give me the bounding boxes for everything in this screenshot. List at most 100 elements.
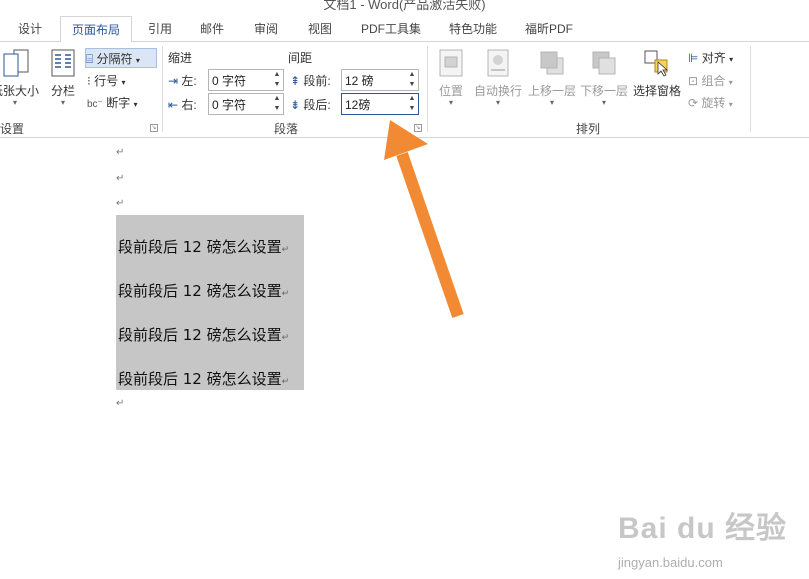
spinner-arrows-icon[interactable]: ▲ ▼: [271, 94, 283, 114]
group-label: 组合: [701, 74, 726, 88]
tab-mailings[interactable]: 邮件: [192, 16, 232, 42]
spacing-after-label: ⇟ 段后:: [290, 98, 331, 112]
paper-size-label: 纸张大小: [0, 84, 39, 98]
position-icon: [439, 49, 463, 77]
indent-right-label: ⇤ 右:: [168, 98, 197, 112]
bring-forward-icon: [540, 51, 564, 75]
indent-left-input[interactable]: [209, 70, 271, 90]
columns-button[interactable]: 分栏 ▾: [46, 48, 80, 107]
position-label: 位置: [438, 84, 463, 98]
align-button[interactable]: ⊫ 对齐 ▾: [688, 48, 733, 68]
indent-right-field[interactable]: ▲▼: [208, 93, 284, 115]
spinner-arrows-icon[interactable]: ▲ ▼: [406, 70, 418, 90]
tab-pdf-tools[interactable]: PDF工具集: [356, 16, 426, 42]
paragraph-mark: ↵: [281, 377, 290, 387]
tab-layout[interactable]: 页面布局: [60, 16, 132, 43]
columns-icon: [51, 49, 75, 77]
paragraph-mark: ↵: [281, 333, 290, 343]
group-button[interactable]: ⊡ 组合 ▾: [688, 71, 733, 91]
hyphenation-button[interactable]: bc⁻ 断字 ▾: [87, 93, 138, 113]
rotate-button[interactable]: ⟳ 旋转 ▾: [688, 93, 733, 113]
document-line[interactable]: 段前段后 12 磅怎么设置↵: [118, 280, 289, 301]
chevron-down-icon: ▾: [601, 98, 606, 107]
line-numbers-label: 行号: [94, 74, 119, 88]
line-numbers-icon: ⁝: [87, 74, 91, 88]
rotate-label: 旋转: [701, 96, 726, 110]
selection-pane-icon: [644, 50, 669, 77]
wrap-text-icon: [487, 49, 509, 77]
indent-right-input[interactable]: [209, 94, 271, 114]
document-line[interactable]: 段前段后 12 磅怎么设置↵: [118, 236, 289, 257]
hyphenation-label: 断字: [106, 96, 131, 110]
spacing-before-label: ⇞ 段前:: [290, 74, 331, 88]
spacing-before-icon: ⇞: [290, 74, 301, 88]
empty-paragraph-mark: ↵: [116, 398, 125, 409]
empty-paragraph-mark: ↵: [116, 173, 125, 184]
paper-size-button[interactable]: 纸张大小 ▾: [0, 48, 42, 107]
chevron-down-icon: ▾: [729, 55, 734, 64]
chevron-down-icon: ▾: [121, 78, 126, 87]
position-button[interactable]: 位置 ▾: [432, 48, 470, 107]
spacing-after-input[interactable]: [342, 94, 406, 114]
title-bar: 文档1 - Word(产品激活失败): [0, 0, 809, 14]
spinner-arrows-icon[interactable]: ▲ ▼: [271, 70, 283, 90]
watermark-url: jingyan.baidu.com: [618, 555, 723, 570]
page-setup-group-label: 设置: [0, 122, 25, 136]
spacing-header: 间距: [288, 51, 313, 65]
chevron-down-icon: ▾: [133, 100, 138, 109]
spacing-before-input[interactable]: [342, 70, 406, 90]
spinner-arrows-icon[interactable]: ▲ ▼: [406, 94, 418, 114]
send-backward-label: 下移一层: [579, 84, 628, 98]
annotation-arrow-icon: [384, 120, 464, 318]
breaks-label: 分隔符: [96, 52, 133, 66]
watermark-brand: Bai du 经验: [618, 512, 788, 545]
arrange-group-label: 排列: [576, 122, 601, 136]
chevron-down-icon: ▾: [728, 100, 733, 109]
tab-review[interactable]: 审阅: [246, 16, 286, 42]
selection-pane-button[interactable]: 选择窗格: [631, 48, 683, 99]
indent-left-icon: ⇥: [168, 74, 179, 88]
document-line[interactable]: 段前段后 12 磅怎么设置↵: [118, 368, 289, 389]
rotate-icon: ⟳: [688, 96, 699, 110]
hyphenation-icon: bc⁻: [87, 99, 103, 110]
tab-special-features[interactable]: 特色功能: [440, 16, 506, 42]
send-backward-icon: [592, 51, 616, 75]
group-icon: ⊡: [688, 74, 699, 88]
selection-pane-label: 选择窗格: [632, 84, 681, 98]
line-numbers-button[interactable]: ⁝ 行号 ▾: [87, 71, 126, 91]
breaks-icon: ⌸: [86, 52, 94, 66]
chevron-down-icon: ▾: [135, 56, 140, 65]
baidu-jingyan-watermark: Bai du 经验 jingyan.baidu.com: [618, 499, 788, 579]
breaks-button[interactable]: ⌸ 分隔符 ▾: [85, 48, 157, 68]
indent-right-icon: ⇤: [168, 98, 179, 112]
indent-left-label: ⇥ 左:: [168, 74, 197, 88]
bring-forward-button[interactable]: 上移一层 ▾: [527, 48, 577, 107]
indent-header: 缩进: [168, 51, 193, 65]
tab-references[interactable]: 引用: [140, 16, 180, 42]
chevron-down-icon: ▾: [60, 98, 65, 107]
bring-forward-label: 上移一层: [527, 84, 576, 98]
empty-paragraph-mark: ↵: [116, 198, 125, 209]
paragraph-group-label: 段落: [274, 122, 299, 136]
group-divider: [750, 46, 751, 132]
tab-foxit-pdf[interactable]: 福昕PDF: [516, 16, 582, 42]
spacing-after-field[interactable]: ▲▼: [341, 93, 419, 115]
tab-view[interactable]: 视图: [300, 16, 340, 42]
group-divider: [162, 46, 163, 132]
spacing-after-icon: ⇟: [290, 98, 301, 112]
chevron-down-icon: ▾: [728, 78, 733, 87]
document-line[interactable]: 段前段后 12 磅怎么设置↵: [118, 324, 289, 345]
columns-label: 分栏: [50, 84, 75, 98]
wrap-text-button[interactable]: 自动换行 ▾: [472, 48, 524, 107]
send-backward-button[interactable]: 下移一层 ▾: [579, 48, 629, 107]
indent-left-field[interactable]: ▲▼: [208, 69, 284, 91]
spacing-before-field[interactable]: ▲▼: [341, 69, 419, 91]
page-setup-launcher-icon[interactable]: ↘: [150, 124, 158, 132]
window-title: 文档1 - Word(产品激活失败): [323, 0, 486, 12]
align-label: 对齐: [701, 51, 726, 65]
chevron-down-icon: ▾: [495, 98, 500, 107]
align-icon: ⊫: [688, 51, 699, 65]
tab-design[interactable]: 设计: [10, 16, 50, 42]
wrap-text-label: 自动换行: [473, 84, 522, 98]
chevron-down-icon: ▾: [549, 98, 554, 107]
